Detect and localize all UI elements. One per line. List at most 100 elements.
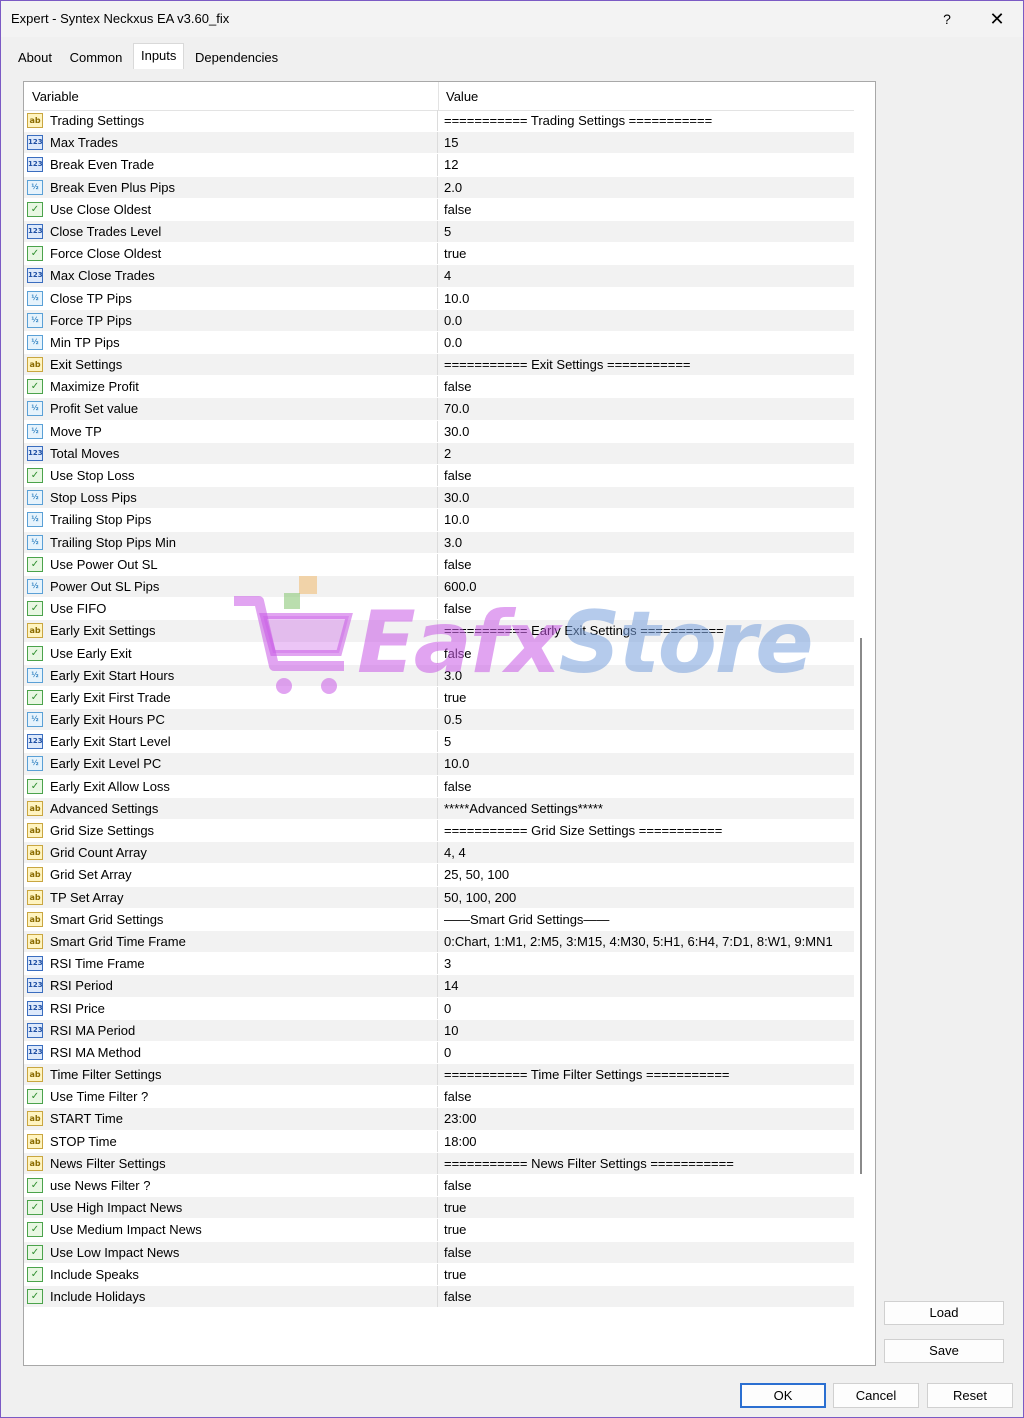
variable-cell[interactable]: ½ Close TP Pips bbox=[24, 287, 438, 309]
value-cell[interactable]: 70.0 bbox=[442, 398, 852, 419]
table-row[interactable]: ½ Close TP Pips 10.0 bbox=[24, 287, 854, 310]
variable-cell[interactable]: ½ Break Even Plus Pips bbox=[24, 176, 438, 198]
tab-dependencies[interactable]: Dependencies bbox=[188, 46, 285, 69]
variable-cell[interactable]: ab Trading Settings bbox=[24, 110, 438, 132]
table-row[interactable]: 123 RSI Price 0 bbox=[24, 997, 854, 1020]
variable-cell[interactable]: 123 Total Moves bbox=[24, 442, 438, 464]
variable-cell[interactable]: ab Advanced Settings bbox=[24, 797, 438, 819]
variable-cell[interactable]: ½ Stop Loss Pips bbox=[24, 487, 438, 509]
close-button[interactable]: ✕ bbox=[987, 9, 1007, 29]
variable-cell[interactable]: ✓ Force Close Oldest bbox=[24, 243, 438, 265]
value-cell[interactable]: 0 bbox=[442, 1042, 852, 1063]
variable-cell[interactable]: 123 Close Trades Level bbox=[24, 220, 438, 243]
variable-cell[interactable]: ✓ Early Exit Allow Loss bbox=[24, 775, 438, 797]
table-row[interactable]: ½ Profit Set value 70.0 bbox=[24, 398, 854, 421]
table-row[interactable]: ✓ Force Close Oldest true bbox=[24, 243, 854, 266]
table-row[interactable]: ½ Break Even Plus Pips 2.0 bbox=[24, 176, 854, 199]
table-row[interactable]: 123 Break Even Trade 12 bbox=[24, 154, 854, 177]
variable-cell[interactable]: ab START Time bbox=[24, 1108, 438, 1130]
value-cell[interactable]: =========== Time Filter Settings =======… bbox=[442, 1064, 852, 1085]
table-row[interactable]: ✓ Early Exit Allow Loss false bbox=[24, 775, 854, 798]
variable-cell[interactable]: ab Smart Grid Time Frame bbox=[24, 930, 438, 953]
table-row[interactable]: ✓ Maximize Profit false bbox=[24, 376, 854, 399]
value-cell[interactable]: =========== News Filter Settings =======… bbox=[442, 1153, 852, 1174]
table-row[interactable]: ab Grid Set Array 25, 50, 100 bbox=[24, 864, 854, 887]
value-cell[interactable]: 15 bbox=[442, 132, 852, 153]
table-row[interactable]: 123 Early Exit Start Level 5 bbox=[24, 731, 854, 754]
table-row[interactable]: ab Smart Grid Settings ——Smart Grid Settin… bbox=[24, 908, 854, 931]
variable-cell[interactable]: ½ Min TP Pips bbox=[24, 331, 438, 354]
variable-cell[interactable]: ab Exit Settings bbox=[24, 354, 438, 376]
tab-about[interactable]: About bbox=[11, 46, 59, 69]
reset-button[interactable]: Reset bbox=[927, 1383, 1013, 1408]
table-row[interactable]: ✓ Use FIFO false bbox=[24, 598, 854, 621]
value-cell[interactable]: 10.0 bbox=[442, 288, 852, 309]
variable-cell[interactable]: ½ Power Out SL Pips bbox=[24, 575, 438, 598]
value-cell[interactable]: false bbox=[442, 643, 852, 664]
table-row[interactable]: 123 Close Trades Level 5 bbox=[24, 220, 854, 244]
value-cell[interactable]: 4, 4 bbox=[442, 842, 852, 863]
help-button[interactable]: ? bbox=[937, 9, 957, 29]
table-row[interactable]: ½ Force TP Pips 0.0 bbox=[24, 309, 854, 332]
table-row[interactable]: ½ Early Exit Hours PC 0.5 bbox=[24, 709, 854, 732]
table-row[interactable]: 123 RSI Period 14 bbox=[24, 975, 854, 998]
table-row[interactable]: ½ Early Exit Start Hours 3.0 bbox=[24, 664, 854, 687]
value-cell[interactable]: 3.0 bbox=[442, 532, 852, 553]
variable-cell[interactable]: ✓ Use High Impact News bbox=[24, 1197, 438, 1219]
value-cell[interactable]: true bbox=[442, 1219, 852, 1240]
value-cell[interactable]: 12 bbox=[442, 154, 852, 175]
table-row[interactable]: ✓ Use Close Oldest false bbox=[24, 198, 854, 221]
tab-inputs[interactable]: Inputs bbox=[132, 43, 185, 69]
table-row[interactable]: ½ Min TP Pips 0.0 bbox=[24, 331, 854, 355]
value-cell[interactable]: false bbox=[442, 1242, 852, 1263]
table-row[interactable]: ab Exit Settings =========== Exit Settings… bbox=[24, 354, 854, 377]
variable-cell[interactable]: ab Grid Set Array bbox=[24, 864, 438, 886]
value-cell[interactable]: 30.0 bbox=[442, 421, 852, 442]
variable-cell[interactable]: 123 RSI MA Method bbox=[24, 1041, 438, 1064]
value-cell[interactable]: 5 bbox=[442, 731, 852, 752]
table-row[interactable]: ✓ Include Speaks true bbox=[24, 1263, 854, 1286]
table-row[interactable]: ½ Stop Loss Pips 30.0 bbox=[24, 487, 854, 510]
ok-button[interactable]: OK bbox=[740, 1383, 826, 1408]
table-row[interactable]: ½ Move TP 30.0 bbox=[24, 420, 854, 443]
value-cell[interactable]: false bbox=[442, 199, 852, 220]
value-cell[interactable]: 18:00 bbox=[442, 1131, 852, 1152]
variable-cell[interactable]: 123 Max Trades bbox=[24, 132, 438, 154]
table-row[interactable]: ab Early Exit Settings =========== Early E… bbox=[24, 620, 854, 643]
value-cell[interactable]: *****Advanced Settings***** bbox=[442, 798, 852, 819]
value-cell[interactable]: false bbox=[442, 598, 852, 619]
value-cell[interactable]: 3 bbox=[442, 953, 852, 974]
table-row[interactable]: ½ Power Out SL Pips 600.0 bbox=[24, 575, 854, 599]
value-cell[interactable]: ——Smart Grid Settings—— bbox=[442, 909, 852, 930]
variable-cell[interactable]: ✓ Use Early Exit bbox=[24, 642, 438, 664]
table-row[interactable]: ✓ Early Exit First Trade true bbox=[24, 686, 854, 710]
variable-cell[interactable]: ab Grid Size Settings bbox=[24, 820, 438, 842]
value-cell[interactable]: false bbox=[442, 465, 852, 486]
table-row[interactable]: ab TP Set Array 50, 100, 200 bbox=[24, 886, 854, 909]
value-cell[interactable]: 30.0 bbox=[442, 487, 852, 508]
variable-cell[interactable]: ab Grid Count Array bbox=[24, 842, 438, 864]
variable-cell[interactable]: ✓ use News Filter ? bbox=[24, 1175, 438, 1197]
table-row[interactable]: ab News Filter Settings =========== News F… bbox=[24, 1152, 854, 1175]
table-row[interactable]: ✓ Use Early Exit false bbox=[24, 642, 854, 665]
table-row[interactable]: ✓ Include Holidays false bbox=[24, 1285, 854, 1309]
value-cell[interactable]: 0.5 bbox=[442, 709, 852, 730]
variable-cell[interactable]: ab Early Exit Settings bbox=[24, 620, 438, 642]
variable-cell[interactable]: ✓ Include Holidays bbox=[24, 1285, 438, 1308]
variable-cell[interactable]: ✓ Maximize Profit bbox=[24, 376, 438, 398]
variable-cell[interactable]: ½ Early Exit Level PC bbox=[24, 753, 438, 775]
value-cell[interactable]: =========== Exit Settings =========== bbox=[442, 354, 852, 375]
variable-cell[interactable]: ✓ Use Medium Impact News bbox=[24, 1219, 438, 1241]
column-header-value[interactable]: Value bbox=[446, 89, 478, 104]
value-cell[interactable]: 2 bbox=[442, 443, 852, 464]
variable-cell[interactable]: ½ Early Exit Start Hours bbox=[24, 664, 438, 686]
column-header-variable[interactable]: Variable bbox=[32, 89, 79, 104]
tab-common[interactable]: Common bbox=[63, 46, 130, 69]
value-cell[interactable]: 0.0 bbox=[442, 332, 852, 353]
table-row[interactable]: ab Smart Grid Time Frame 0:Chart, 1:M1, 2:… bbox=[24, 930, 854, 954]
table-row[interactable]: ab Grid Count Array 4, 4 bbox=[24, 842, 854, 865]
table-row[interactable]: ab Time Filter Settings =========== Time F… bbox=[24, 1064, 854, 1087]
cancel-button[interactable]: Cancel bbox=[833, 1383, 919, 1408]
variable-cell[interactable]: ½ Trailing Stop Pips bbox=[24, 509, 438, 531]
variable-cell[interactable]: ✓ Include Speaks bbox=[24, 1263, 438, 1285]
